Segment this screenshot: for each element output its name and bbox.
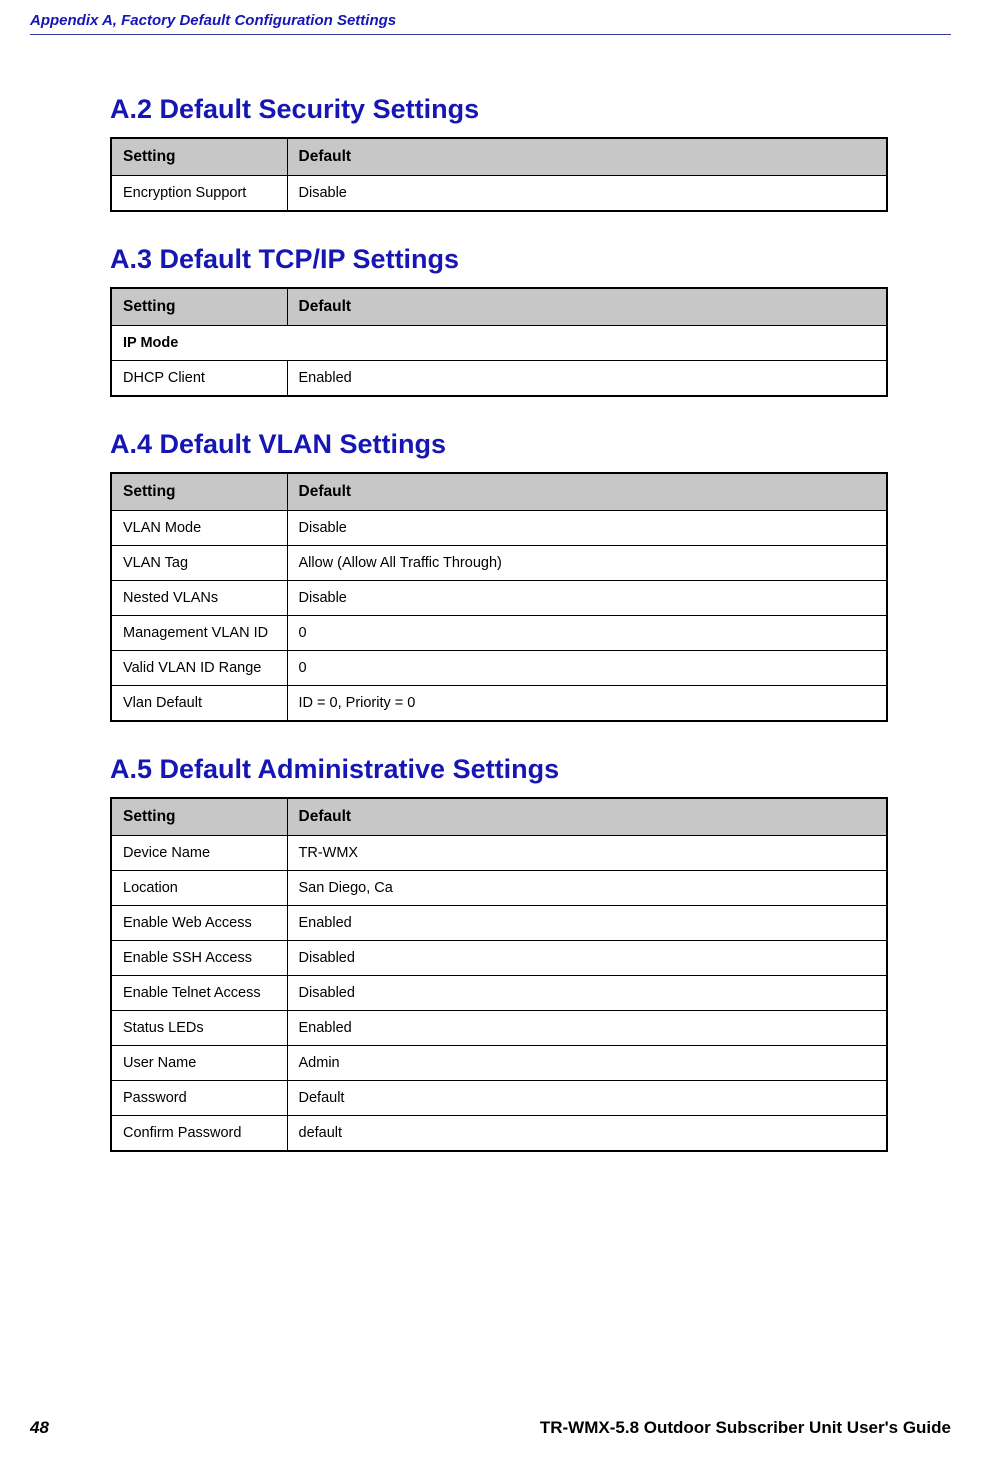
table-row: Location San Diego, Ca (111, 871, 887, 906)
cell-setting: Confirm Password (111, 1116, 287, 1152)
cell-setting: Password (111, 1081, 287, 1116)
subheader-cell: IP Mode (111, 326, 887, 361)
cell-default: Allow (Allow All Traffic Through) (287, 546, 887, 581)
table-row: Encryption Support Disable (111, 176, 887, 212)
table-row: Enable Telnet Access Disabled (111, 976, 887, 1011)
table-a4: Setting Default VLAN Mode Disable VLAN T… (110, 472, 888, 722)
table-row: VLAN Tag Allow (Allow All Traffic Throug… (111, 546, 887, 581)
col-header-default: Default (287, 288, 887, 326)
cell-setting: Device Name (111, 836, 287, 871)
col-header-setting: Setting (111, 288, 287, 326)
cell-default: Enabled (287, 361, 887, 397)
section-heading-a2: A.2 Default Security Settings (110, 94, 888, 125)
cell-default: San Diego, Ca (287, 871, 887, 906)
cell-default: ID = 0, Priority = 0 (287, 686, 887, 722)
table-subheader-row: IP Mode (111, 326, 887, 361)
cell-default: default (287, 1116, 887, 1152)
table-header-row: Setting Default (111, 798, 887, 836)
section-heading-a5: A.5 Default Administrative Settings (110, 754, 888, 785)
cell-setting: Valid VLAN ID Range (111, 651, 287, 686)
cell-default: TR-WMX (287, 836, 887, 871)
table-row: Valid VLAN ID Range 0 (111, 651, 887, 686)
cell-setting: Vlan Default (111, 686, 287, 722)
cell-setting: User Name (111, 1046, 287, 1081)
cell-default: 0 (287, 616, 887, 651)
col-header-default: Default (287, 798, 887, 836)
cell-setting: Enable Web Access (111, 906, 287, 941)
content-area: A.2 Default Security Settings Setting De… (0, 29, 981, 1152)
page-number: 48 (30, 1418, 49, 1438)
cell-setting: VLAN Mode (111, 511, 287, 546)
cell-default: 0 (287, 651, 887, 686)
table-row: Password Default (111, 1081, 887, 1116)
cell-setting: Status LEDs (111, 1011, 287, 1046)
cell-default: Disable (287, 176, 887, 212)
appendix-header: Appendix A, Factory Default Configuratio… (0, 0, 981, 29)
cell-setting: Management VLAN ID (111, 616, 287, 651)
cell-default: Default (287, 1081, 887, 1116)
cell-setting: DHCP Client (111, 361, 287, 397)
doc-title: TR-WMX-5.8 Outdoor Subscriber Unit User'… (540, 1418, 951, 1438)
cell-default: Disabled (287, 941, 887, 976)
table-row: VLAN Mode Disable (111, 511, 887, 546)
cell-default: Disable (287, 511, 887, 546)
table-row: User Name Admin (111, 1046, 887, 1081)
col-header-setting: Setting (111, 473, 287, 511)
cell-default: Enabled (287, 906, 887, 941)
table-row: Management VLAN ID 0 (111, 616, 887, 651)
table-row: DHCP Client Enabled (111, 361, 887, 397)
section-heading-a3: A.3 Default TCP/IP Settings (110, 244, 888, 275)
col-header-default: Default (287, 138, 887, 176)
table-row: Vlan Default ID = 0, Priority = 0 (111, 686, 887, 722)
table-a3: Setting Default IP Mode DHCP Client Enab… (110, 287, 888, 397)
table-a5: Setting Default Device Name TR-WMX Locat… (110, 797, 888, 1152)
page-footer: 48 TR-WMX-5.8 Outdoor Subscriber Unit Us… (0, 1418, 981, 1438)
cell-default: Enabled (287, 1011, 887, 1046)
table-header-row: Setting Default (111, 473, 887, 511)
header-divider (30, 34, 951, 35)
cell-setting: Nested VLANs (111, 581, 287, 616)
cell-default: Disable (287, 581, 887, 616)
cell-setting: Enable Telnet Access (111, 976, 287, 1011)
col-header-setting: Setting (111, 138, 287, 176)
table-a2: Setting Default Encryption Support Disab… (110, 137, 888, 212)
cell-default: Disabled (287, 976, 887, 1011)
col-header-default: Default (287, 473, 887, 511)
table-header-row: Setting Default (111, 288, 887, 326)
table-row: Enable Web Access Enabled (111, 906, 887, 941)
cell-setting: VLAN Tag (111, 546, 287, 581)
table-row: Status LEDs Enabled (111, 1011, 887, 1046)
table-row: Nested VLANs Disable (111, 581, 887, 616)
cell-setting: Enable SSH Access (111, 941, 287, 976)
table-row: Device Name TR-WMX (111, 836, 887, 871)
table-header-row: Setting Default (111, 138, 887, 176)
cell-setting: Location (111, 871, 287, 906)
table-row: Enable SSH Access Disabled (111, 941, 887, 976)
table-row: Confirm Password default (111, 1116, 887, 1152)
cell-default: Admin (287, 1046, 887, 1081)
section-heading-a4: A.4 Default VLAN Settings (110, 429, 888, 460)
col-header-setting: Setting (111, 798, 287, 836)
cell-setting: Encryption Support (111, 176, 287, 212)
